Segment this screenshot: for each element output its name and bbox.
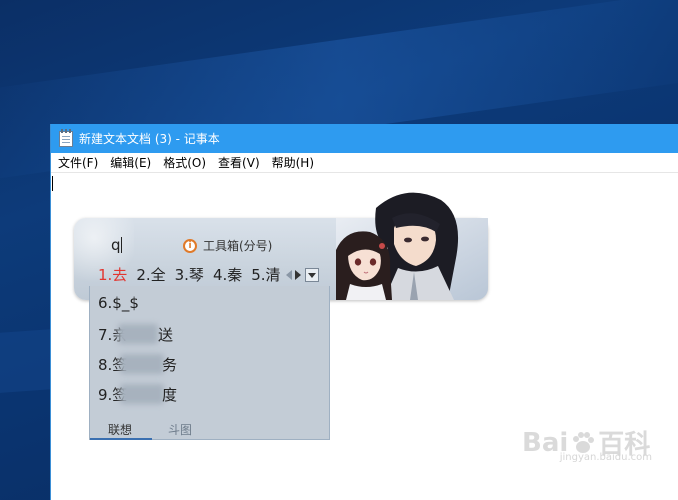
menu-format[interactable]: 格式(O)	[163, 154, 206, 171]
menu-file[interactable]: 文件(F)	[58, 154, 98, 171]
candidate-8-suffix: 务	[162, 356, 178, 374]
info-icon: i	[183, 238, 197, 253]
window-title: 新建文本文档 (3) - 记事本	[79, 132, 220, 146]
text-caret	[52, 176, 53, 191]
candidate-9-suffix: 度	[162, 386, 178, 404]
menu-edit[interactable]: 编辑(E)	[110, 154, 151, 171]
menu-view[interactable]: 查看(V)	[218, 154, 260, 171]
candidate-paging	[286, 268, 319, 282]
candidate-2[interactable]: 2.全	[136, 264, 165, 285]
blurred-region	[120, 354, 164, 374]
toolbox-hint-text: 工具箱(分号)	[203, 239, 273, 253]
candidate-list: 1.去 2.全 3.琴 4.秦 5.清	[98, 264, 290, 285]
candidate-7-suffix: 送	[158, 326, 174, 344]
blurred-region	[120, 384, 164, 404]
title-bar[interactable]: 新建文本文档 (3) - 记事本	[51, 124, 678, 153]
page-next-icon[interactable]	[295, 270, 301, 280]
notepad-icon	[59, 128, 73, 147]
active-tab-indicator	[90, 438, 152, 440]
menu-bar: 文件(F) 编辑(E) 格式(O) 查看(V) 帮助(H)	[51, 153, 678, 173]
ime-toolbox-hint[interactable]: i 工具箱(分号)	[183, 237, 272, 254]
menu-help[interactable]: 帮助(H)	[272, 154, 314, 171]
expand-candidates-button[interactable]	[305, 268, 319, 282]
watermark-subtext: jingyan.baidu.com	[559, 452, 652, 463]
candidate-4[interactable]: 4.秦	[213, 264, 242, 285]
blurred-region	[118, 324, 158, 344]
ime-input-text: q	[111, 236, 121, 254]
ime-skin-artwork	[336, 188, 488, 300]
candidate-1[interactable]: 1.去	[98, 264, 127, 285]
tab-lianxiang[interactable]: 联想	[108, 421, 132, 438]
ime-panel-tabs: 联想 斗图	[90, 418, 329, 440]
page-prev-icon[interactable]	[286, 270, 292, 280]
candidate-3[interactable]: 3.琴	[175, 264, 204, 285]
candidate-5[interactable]: 5.清	[251, 264, 280, 285]
tab-doutu[interactable]: 斗图	[168, 421, 192, 438]
candidate-6[interactable]: 6.$_$	[98, 294, 139, 312]
baidu-watermark: Bai 百科 jingyan.baidu.com	[522, 424, 652, 464]
anime-couple-illustration	[336, 192, 488, 300]
expanded-candidate-panel: 6.$_$ 7.亲 送 8.签 务 9.签 度 联想 斗图	[89, 286, 330, 440]
ime-input-caret	[121, 237, 122, 253]
